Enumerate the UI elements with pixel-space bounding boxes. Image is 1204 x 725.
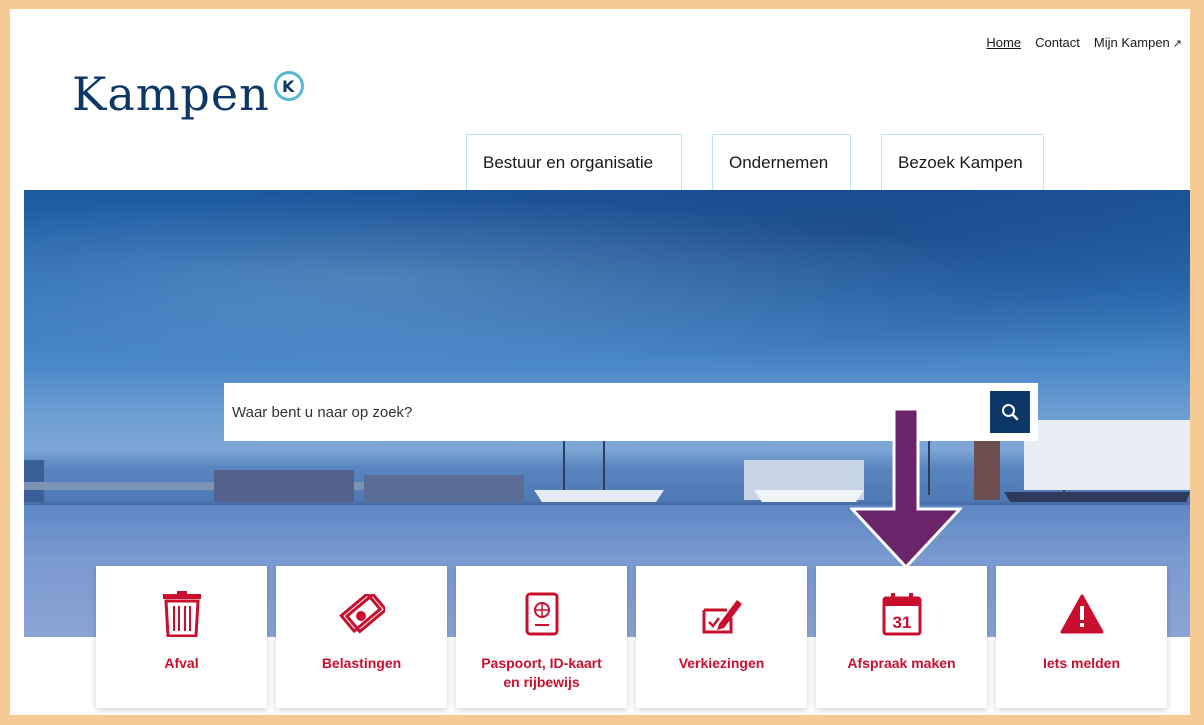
mijn-kampen-label: Mijn Kampen — [1093, 35, 1170, 50]
tile-label-line-1: Paspoort, ID-kaart — [481, 655, 602, 671]
warning-icon — [1060, 594, 1103, 634]
tile-paspoort[interactable]: Paspoort, ID-kaart en rijbewijs — [456, 566, 627, 708]
tile-label: Belastingen — [321, 655, 402, 671]
tile-afspraak-maken[interactable]: 31 Afspraak maken — [816, 566, 987, 708]
money-icon — [338, 594, 385, 634]
tab-ondernemen[interactable]: Ondernemen — [712, 134, 851, 190]
contact-link[interactable]: Contact — [1035, 35, 1080, 50]
external-link-icon: ↗︎ — [1172, 38, 1182, 50]
tile-iets-melden[interactable]: Iets melden — [996, 566, 1167, 708]
tab-bezoek-kampen[interactable]: Bezoek Kampen — [881, 134, 1044, 190]
mijn-kampen-link[interactable]: Mijn Kampen ↗︎ — [1094, 35, 1182, 50]
browser-page: Home Contact Mijn Kampen ↗︎ Kampen K Best… — [10, 9, 1190, 715]
logo-text: Kampen — [72, 67, 270, 121]
tile-belastingen[interactable]: Belastingen — [276, 566, 447, 708]
tile-label: Afspraak maken — [847, 655, 956, 671]
main-nav: Bestuur en organisatie Ondernemen Bezoek… — [466, 134, 1044, 190]
top-links: Home Contact Mijn Kampen ↗︎ — [986, 35, 1182, 50]
passport-icon — [525, 592, 558, 636]
home-link[interactable]: Home — [986, 35, 1021, 50]
search-button[interactable] — [990, 391, 1030, 433]
calendar-icon: 31 — [882, 593, 921, 636]
tile-label-line-2: en rijbewijs — [503, 674, 580, 690]
search-icon — [1002, 404, 1019, 421]
trash-bin-icon — [162, 591, 201, 637]
tile-label: Iets melden — [1042, 655, 1121, 671]
tile-label: Paspoort, ID-kaart en rijbewijs — [471, 654, 612, 692]
down-arrow-annotation — [850, 409, 962, 569]
vote-pencil-icon — [702, 600, 742, 634]
tile-verkiezingen[interactable]: Verkiezingen — [636, 566, 807, 708]
tile-afval[interactable]: Afval — [96, 566, 267, 708]
logo-k-badge: K — [273, 71, 304, 101]
calendar-day: 31 — [892, 613, 911, 632]
tile-label: Verkiezingen — [678, 655, 765, 671]
kampen-logo[interactable]: Kampen K — [72, 67, 304, 121]
tile-label: Afval — [164, 655, 199, 671]
sky-clouds — [24, 190, 1190, 390]
tab-bestuur-en-organisatie[interactable]: Bestuur en organisatie — [466, 134, 682, 190]
quick-links: Afval Belastingen Paspoort, ID-kaart en … — [96, 566, 1167, 708]
